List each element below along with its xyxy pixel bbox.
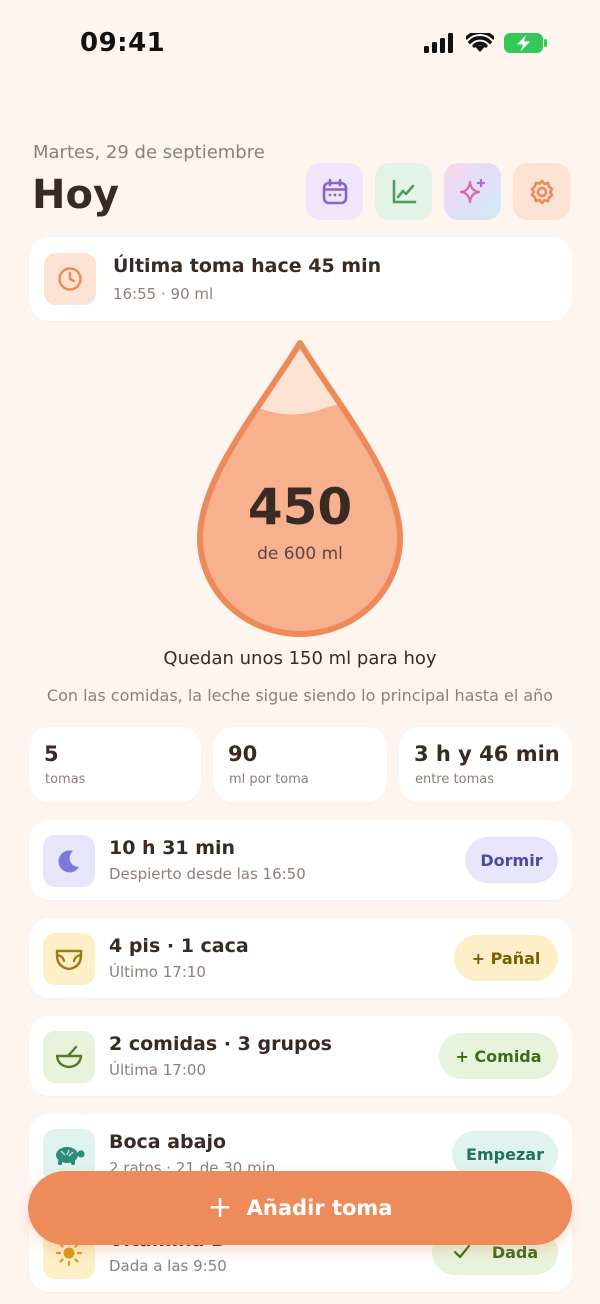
status-icons <box>424 32 548 54</box>
page-title: Hoy <box>32 172 120 218</box>
clock-icon-tile <box>44 253 96 305</box>
vitamin-given-label: Dada <box>491 1242 539 1262</box>
vitamin-d-subtitle: Dada a las 9:50 <box>109 1257 227 1275</box>
plus-icon: + <box>207 1190 233 1225</box>
food-subtitle: Última 17:00 <box>109 1061 206 1079</box>
battery-icon <box>504 33 547 53</box>
calendar-button[interactable] <box>306 163 363 220</box>
date-label: Martes, 29 de septiembre <box>33 142 265 163</box>
signal-icon <box>424 33 453 53</box>
settings-button[interactable] <box>513 163 570 220</box>
food-title: 2 comidas · 3 grupos <box>109 1033 332 1055</box>
diaper-icon-tile <box>43 933 95 985</box>
last-feed-title: Última toma hace 45 min <box>113 255 382 277</box>
diaper-title: 4 pis · 1 caca <box>109 935 249 957</box>
bowl-icon-tile <box>43 1031 95 1083</box>
tummy-time-title: Boca abajo <box>109 1131 227 1153</box>
check-icon <box>453 1244 470 1259</box>
add-food-button[interactable]: + Comida <box>439 1033 558 1079</box>
calendar-icon <box>322 178 347 204</box>
stat-label: ml por toma <box>229 772 309 787</box>
turtle-icon <box>56 1147 85 1165</box>
diaper-subtitle: Último 17:10 <box>109 963 206 981</box>
moon-icon-tile <box>43 835 95 887</box>
status-bar: 09:41 <box>0 0 600 90</box>
sleep-title: 10 h 31 min <box>109 837 236 859</box>
info-note: Con las comidas, la leche sigue siendo l… <box>46 686 554 705</box>
intake-value: 450 <box>247 478 353 536</box>
add-feed-button[interactable]: + Añadir toma <box>28 1171 572 1245</box>
stat-value: 3 h y 46 min <box>414 742 560 766</box>
bowl-icon <box>55 1045 83 1069</box>
remaining-text: Quedan unos 150 ml para hoy <box>163 648 437 669</box>
settings-icon <box>530 179 553 204</box>
stat-label: entre tomas <box>415 772 494 787</box>
wifi-icon <box>466 33 494 52</box>
last-feed-subtitle: 16:55 · 90 ml <box>113 285 214 303</box>
stat-interval-card: 3 h y 46 min entre tomas <box>399 727 572 802</box>
diaper-card[interactable]: 4 pis · 1 caca Último 17:10 + Pañal <box>29 918 572 998</box>
top-actions <box>306 163 570 220</box>
stats-button[interactable] <box>375 163 432 220</box>
clock-icon <box>58 267 82 291</box>
chart-icon <box>392 179 416 203</box>
stat-label: tomas <box>45 772 86 787</box>
last-feed-card[interactable]: Última toma hace 45 min 16:55 · 90 ml <box>29 237 572 321</box>
stat-feeds-card: 5 tomas <box>29 727 201 802</box>
stat-value: 5 <box>44 742 59 766</box>
intake-goal: de 600 ml <box>257 544 343 564</box>
moon-icon <box>58 850 79 873</box>
add-feed-label: Añadir toma <box>246 1196 393 1220</box>
sleep-button[interactable]: Dormir <box>465 837 558 883</box>
sleep-card[interactable]: 10 h 31 min Despierto desde las 16:50 Do… <box>29 820 572 900</box>
stat-average-card: 90 ml por toma <box>213 727 387 802</box>
status-time: 09:41 <box>80 28 166 58</box>
diaper-icon <box>55 949 83 971</box>
sleep-subtitle: Despierto desde las 16:50 <box>109 865 306 883</box>
tips-button[interactable] <box>444 163 501 220</box>
food-card[interactable]: 2 comidas · 3 grupos Última 17:00 + Comi… <box>29 1016 572 1096</box>
sparkles-icon <box>459 178 485 203</box>
add-diaper-button[interactable]: + Pañal <box>454 935 558 981</box>
stat-value: 90 <box>228 742 258 766</box>
